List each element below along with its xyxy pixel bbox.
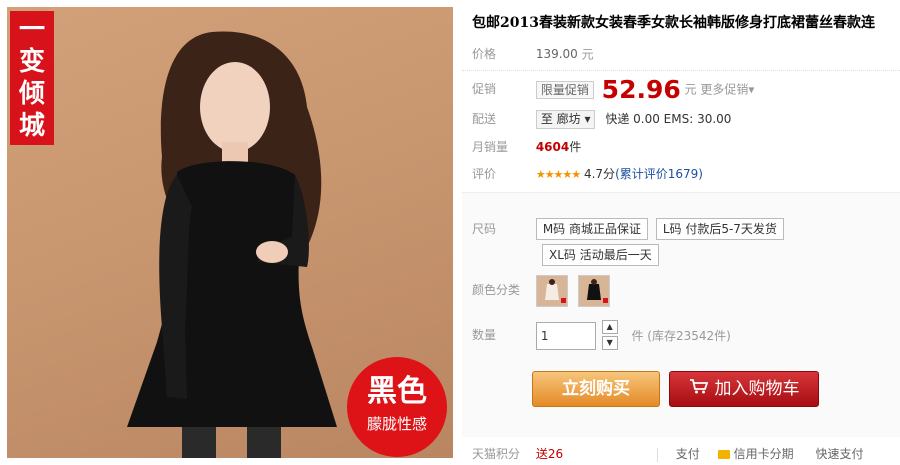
size-option-xl[interactable]: XL码 活动最后一天 (542, 244, 659, 266)
size-row-2: XL码 活动最后一天 (542, 244, 663, 266)
divider (462, 70, 900, 71)
shipping-row: 配送 至 廊坊 ▾ 快递 0.00 EMS: 30.00 (472, 109, 731, 129)
decrease-arrow-icon[interactable]: ▼ (601, 335, 618, 350)
color-badge: 黑色 朦胧性感 (347, 357, 447, 457)
currency-unit: 元 (581, 47, 594, 62)
credit-card-icon (717, 450, 730, 459)
rating-count-link[interactable]: (累计评价1679) (615, 167, 703, 181)
add-to-cart-button[interactable]: 加入购物车 (669, 371, 819, 407)
product-title: 包邮2013春装新款女装春季女款长袖韩版修身打底裙蕾丝春款连 (472, 15, 875, 31)
promo-row: 促销 限量促销 52.96 元 更多促销▾ (472, 76, 754, 102)
buy-now-button[interactable]: 立刻购买 (532, 371, 660, 407)
shipping-label: 配送 (472, 112, 497, 126)
sku-selector: 尺码 M码 商城正品保证 L码 付款后5-7天发货 XL码 活动最后一天 颜色分… (462, 192, 900, 437)
promo-price: 52.96 (601, 74, 681, 104)
destination-select[interactable]: 至 廊坊 ▾ (535, 110, 596, 129)
promo-tag: 限量促销 (535, 80, 594, 99)
currency-unit: 元 (684, 82, 697, 97)
original-price: 139.00 (535, 47, 578, 61)
product-photo[interactable]: 一 变 倾 城 黑色 朦胧性感 (7, 7, 453, 458)
badge-subtitle: 朦胧性感 (366, 415, 427, 433)
points-label: 天猫积分 (472, 447, 521, 461)
size-row: 尺码 M码 商城正品保证 L码 付款后5-7天发货 (472, 218, 788, 240)
size-option-l[interactable]: L码 付款后5-7天发货 (655, 218, 784, 240)
cart-icon (689, 372, 709, 406)
monthly-sales-count: 4604 (535, 140, 570, 154)
corner-tag-char: 变 (18, 47, 45, 77)
rating-score: 4.7分 (583, 167, 616, 181)
increase-arrow-icon[interactable]: ▲ (601, 319, 618, 334)
quantity-label: 数量 (472, 328, 497, 342)
credit-card-label: 信用卡分期 (733, 447, 794, 461)
more-promo-link[interactable]: 更多促销▾ (700, 83, 754, 97)
quantity-row: 数量 1 ▲ ▼ 件 (库存23542件) (472, 319, 731, 351)
promo-label: 促销 (472, 82, 497, 96)
size-option-m[interactable]: M码 商城正品保证 (535, 218, 648, 240)
monthly-sales-row: 月销量 4604件 (472, 137, 581, 157)
rating-row: 评价 ★★★★★ 4.7分(累计评价1679) (472, 164, 703, 184)
credit-card-option[interactable]: 信用卡分期 (717, 447, 794, 461)
color-row: 颜色分类 (472, 274, 616, 307)
monthly-sales-label: 月销量 (472, 140, 509, 154)
badge-title: 黑色 (367, 374, 427, 409)
color-swatch-white[interactable] (535, 274, 568, 307)
add-to-cart-label: 加入购物车 (714, 379, 800, 399)
quantity-input[interactable]: 1 (535, 321, 596, 350)
quantity-stepper: ▲ ▼ (601, 319, 618, 352)
payment-label: 支付 (675, 447, 700, 461)
rating-label: 评价 (472, 167, 497, 181)
corner-promo-tag: 一 变 倾 城 (10, 11, 54, 145)
price-row: 价格 139.00 元 (472, 44, 594, 64)
swatch-black-thumbnail-icon (578, 275, 609, 306)
corner-tag-char: 城 (18, 111, 45, 141)
size-label: 尺码 (472, 222, 497, 236)
color-label: 颜色分类 (472, 283, 521, 297)
product-info-panel: 包邮2013春装新款女装春季女款长袖韩版修身打底裙蕾丝春款连 价格 139.00… (462, 0, 900, 465)
color-swatch-black[interactable] (577, 274, 610, 307)
corner-tag-char: 倾 (18, 79, 45, 109)
shipping-fee: 快递 0.00 EMS: 30.00 (605, 112, 732, 126)
star-rating-icon: ★★★★★ (535, 168, 581, 181)
bottom-info-row: 天猫积分 送26 支付 信用卡分期 快速支付 (472, 444, 900, 464)
quick-pay-option[interactable]: 快速支付 (815, 447, 863, 461)
monthly-sales-unit: 件 (569, 140, 582, 154)
price-label: 价格 (472, 47, 497, 61)
points-value: 送26 (535, 447, 564, 461)
swatch-white-thumbnail-icon (536, 275, 567, 306)
divider (656, 447, 658, 462)
stock-info: 件 (库存23542件) (631, 328, 731, 343)
corner-tag-char: 一 (18, 15, 45, 45)
